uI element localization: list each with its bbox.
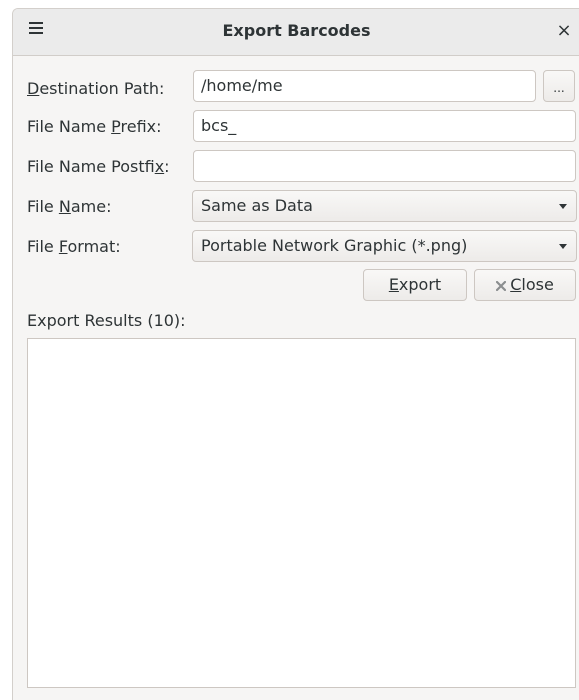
destination-path-label: Destination Path: (27, 79, 165, 98)
file-name-label: File Name: (27, 197, 112, 216)
close-icon[interactable]: × (554, 19, 574, 43)
window-title: Export Barcodes (222, 21, 371, 40)
postfix-input[interactable] (193, 150, 576, 182)
title-bar: Export Barcodes × (13, 9, 579, 56)
chevron-down-icon (559, 244, 567, 249)
export-results-label: Export Results (10): (27, 311, 186, 330)
export-button[interactable]: Export (363, 269, 467, 301)
prefix-label: File Name Prefix: (27, 117, 162, 136)
export-results-list[interactable] (27, 338, 576, 688)
export-barcodes-dialog: Export Barcodes × Destination Path: /hom… (12, 8, 579, 700)
prefix-value: bcs_ (201, 116, 237, 135)
destination-path-input[interactable]: /home/me (193, 70, 536, 102)
file-format-label: File Format: (27, 237, 121, 256)
destination-path-value: /home/me (201, 76, 283, 95)
close-icon (496, 280, 507, 292)
chevron-down-icon (559, 204, 567, 209)
browse-button[interactable]: ... (543, 70, 575, 102)
close-button[interactable]: Close (474, 269, 576, 301)
file-name-dropdown[interactable]: Same as Data (192, 190, 577, 222)
postfix-label: File Name Postfix: (27, 157, 170, 176)
browse-button-label: ... (553, 81, 565, 95)
file-format-selected: Portable Network Graphic (*.png) (201, 236, 468, 255)
file-format-dropdown[interactable]: Portable Network Graphic (*.png) (192, 230, 577, 262)
prefix-input[interactable]: bcs_ (193, 110, 576, 142)
file-name-selected: Same as Data (201, 196, 313, 215)
